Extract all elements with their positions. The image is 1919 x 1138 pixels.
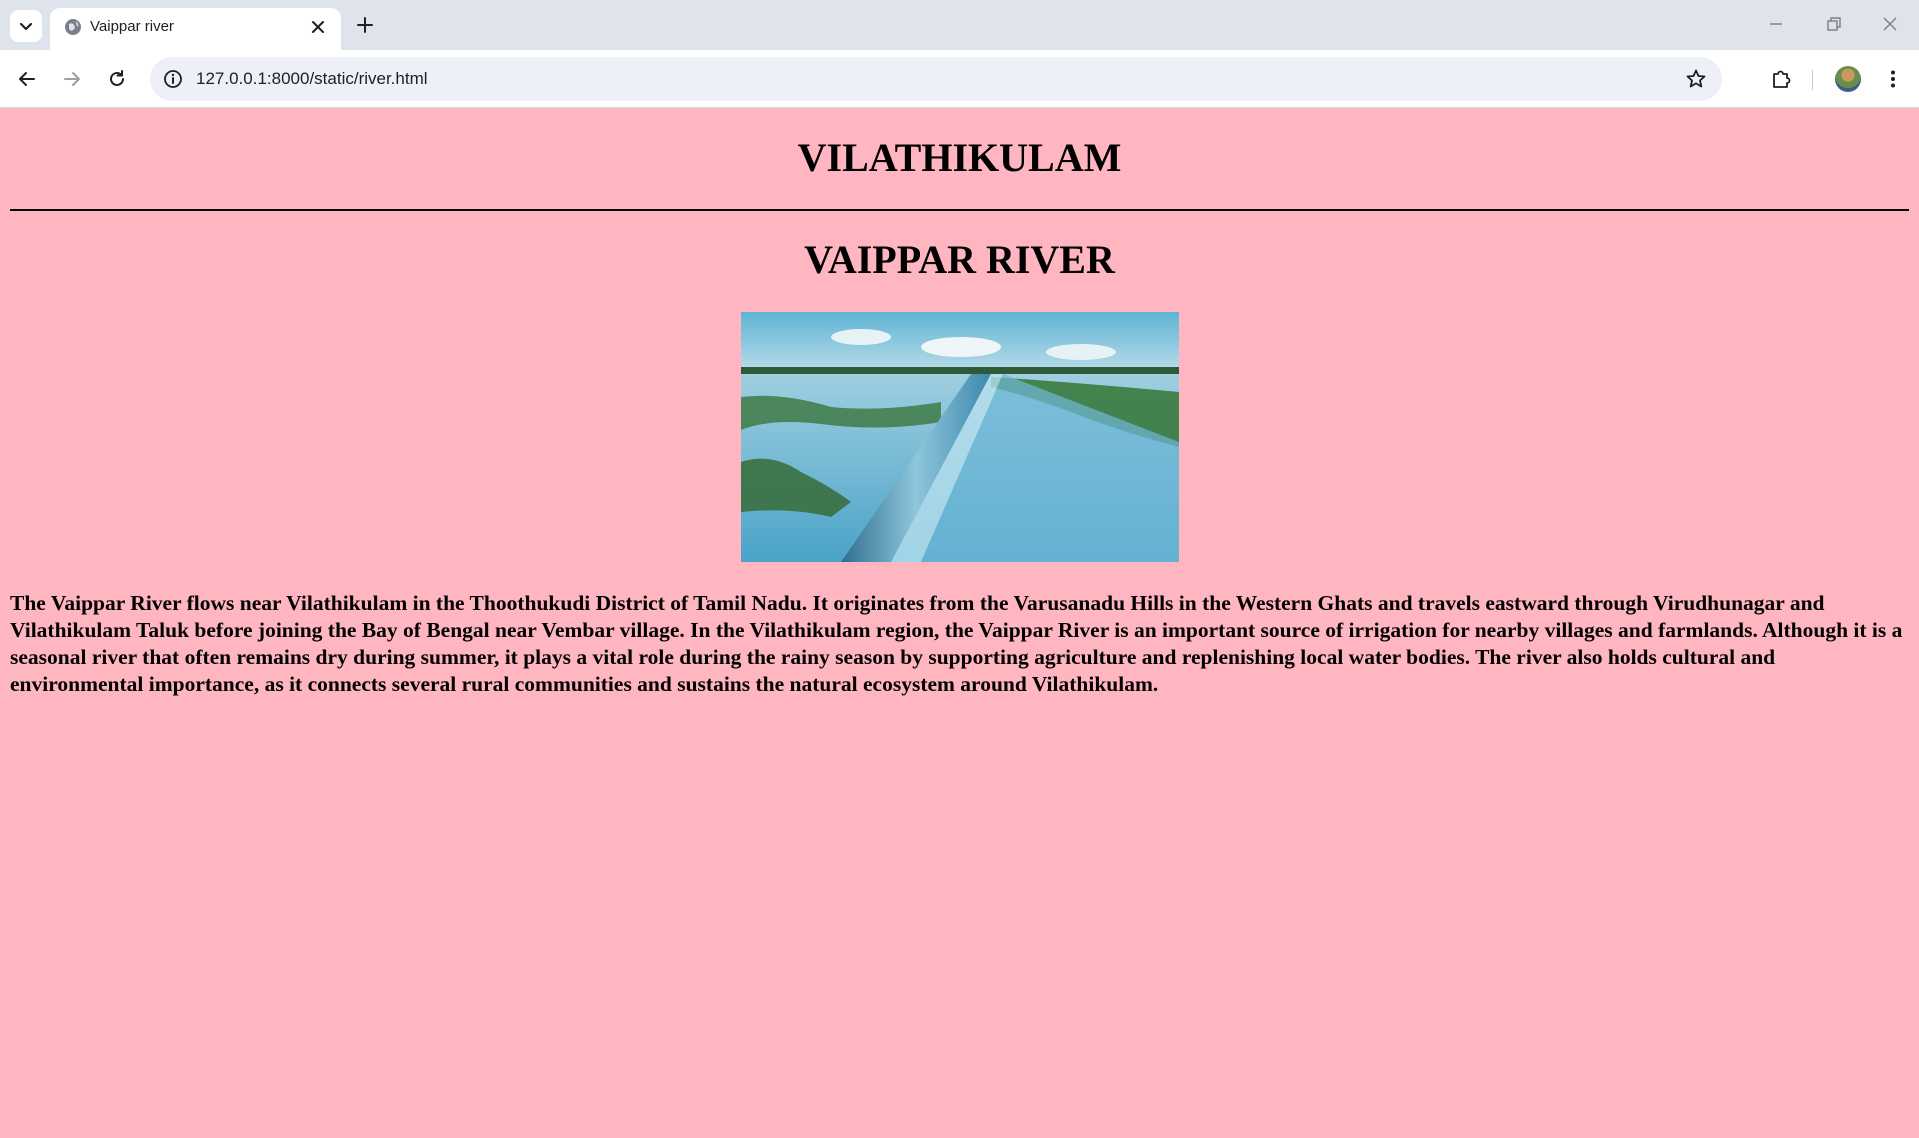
reload-icon[interactable] — [104, 66, 130, 92]
horizontal-rule — [10, 209, 1909, 211]
info-icon[interactable] — [162, 68, 184, 90]
puzzle-icon[interactable] — [1768, 66, 1794, 92]
url-text[interactable]: 127.0.0.1:8000/static/river.html — [196, 57, 428, 101]
close-icon[interactable] — [307, 16, 329, 38]
page-title: VILATHIKULAM — [797, 135, 1122, 180]
avatar[interactable] — [1835, 66, 1861, 92]
minimize-icon[interactable] — [1764, 12, 1788, 36]
window-close-icon[interactable] — [1878, 12, 1902, 36]
star-icon[interactable] — [1684, 67, 1708, 91]
page-content: VILATHIKULAM VAIPPAR RIVER The Vaippar R… — [0, 108, 1919, 1138]
tab-strip: Vaippar river — [0, 0, 1919, 50]
chevron-down-icon — [19, 22, 33, 31]
kebab-menu-icon[interactable] — [1880, 66, 1906, 92]
river-description: The Vaippar River flows near Vilathikula… — [10, 591, 1903, 696]
restore-icon[interactable] — [1821, 12, 1845, 36]
river-photo — [741, 312, 1179, 562]
tab-active[interactable]: Vaippar river — [50, 8, 341, 50]
tab-title: Vaippar river — [90, 18, 174, 35]
tab-search-button[interactable] — [10, 10, 42, 42]
arrow-right-icon[interactable] — [59, 66, 85, 92]
toolbar-divider — [1812, 70, 1813, 90]
plus-icon[interactable] — [352, 12, 378, 38]
section-title: VAIPPAR RIVER — [804, 237, 1115, 282]
globe-icon — [65, 19, 81, 35]
browser-toolbar: 127.0.0.1:8000/static/river.html — [0, 50, 1919, 108]
address-bar[interactable]: 127.0.0.1:8000/static/river.html — [150, 57, 1722, 101]
arrow-left-icon[interactable] — [14, 66, 40, 92]
